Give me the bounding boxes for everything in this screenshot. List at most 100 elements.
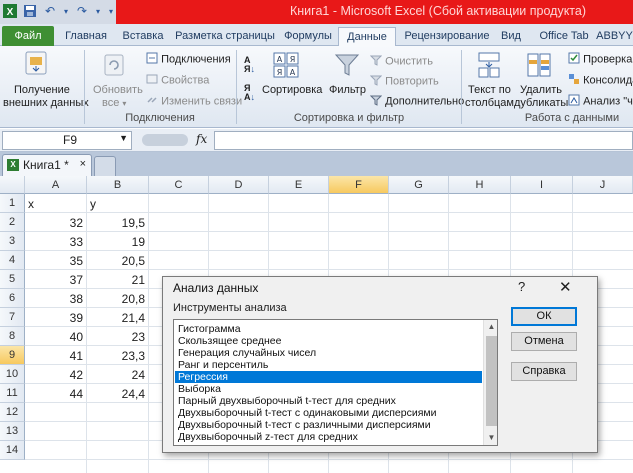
remove-duplicates-label-2[interactable]: дубликаты — [514, 97, 568, 109]
ok-button[interactable]: ОК — [511, 307, 577, 326]
list-item[interactable]: Скользящее среднее — [175, 335, 482, 347]
cell-b8[interactable]: 23 — [87, 327, 149, 346]
cell-b2[interactable]: 19,5 — [87, 213, 149, 232]
cell-b11[interactable]: 24,4 — [87, 384, 149, 403]
text-to-columns-label-2[interactable]: столбцам — [465, 97, 514, 109]
tab-office-tab[interactable]: Office Tab — [534, 27, 594, 46]
remove-duplicates-icon[interactable] — [527, 52, 551, 81]
tab-file[interactable]: Файл — [2, 26, 54, 46]
list-item[interactable]: Гистограмма — [175, 323, 482, 335]
refresh-all-label-1[interactable]: Обновить — [93, 84, 143, 96]
connections-button[interactable]: Подключения — [146, 52, 231, 67]
what-if-button[interactable]: Анализ "что — [568, 94, 633, 109]
insert-function-icon[interactable]: fx — [196, 132, 207, 146]
get-external-data-label-1[interactable]: Получение — [14, 84, 70, 96]
column-header-j[interactable]: J — [573, 176, 633, 194]
close-icon[interactable]: ✕ — [559, 278, 572, 296]
row-header[interactable]: 2 — [0, 213, 25, 232]
filter-button-label[interactable]: Фильтр — [329, 84, 366, 96]
external-data-icon[interactable] — [24, 50, 48, 79]
scrollbar-thumb[interactable] — [486, 336, 497, 426]
cell-b1[interactable]: y — [87, 194, 149, 213]
row-header[interactable]: 3 — [0, 232, 25, 251]
column-header-c[interactable]: C — [149, 176, 209, 194]
remove-duplicates-label-1[interactable]: Удалить — [520, 84, 562, 96]
tab-insert[interactable]: Вставка — [116, 27, 170, 46]
advanced-filter-button[interactable]: Дополнительно — [369, 94, 464, 109]
name-box[interactable]: F9 ▼ — [2, 131, 132, 150]
cell-b5[interactable]: 21 — [87, 270, 149, 289]
refresh-all-icon[interactable] — [104, 54, 124, 79]
column-header-e[interactable]: E — [269, 176, 329, 194]
help-icon[interactable]: ? — [518, 279, 525, 294]
column-header-g[interactable]: G — [389, 176, 449, 194]
undo-icon[interactable]: ↶ — [42, 3, 58, 19]
edit-links-button[interactable]: Изменить связи — [146, 94, 242, 109]
get-external-data-label-2[interactable]: внешних данных — [3, 97, 89, 109]
cell-a11[interactable]: 44 — [25, 384, 87, 403]
chevron-down-icon[interactable]: ▼ — [119, 133, 128, 143]
row-header[interactable]: 13 — [0, 422, 25, 441]
column-header-f[interactable]: F — [329, 176, 389, 194]
text-to-columns-label-1[interactable]: Текст по — [468, 84, 511, 96]
redo-icon[interactable]: ↷ — [74, 3, 90, 19]
cell-a10[interactable]: 42 — [25, 365, 87, 384]
refresh-all-label-2[interactable]: все ▾ — [102, 97, 126, 109]
customize-qat-icon[interactable]: ▾ — [106, 3, 116, 19]
list-item[interactable]: Двухвыборочный t-тест с различными диспе… — [175, 419, 482, 431]
row-header[interactable]: 1 — [0, 194, 25, 213]
row-header[interactable]: 4 — [0, 251, 25, 270]
new-workbook-tab[interactable] — [94, 156, 116, 176]
properties-button[interactable]: Свойства — [146, 73, 209, 88]
cell-a4[interactable]: 35 — [25, 251, 87, 270]
cell-a5[interactable]: 37 — [25, 270, 87, 289]
formula-input[interactable] — [214, 131, 633, 150]
cell-a3[interactable]: 33 — [25, 232, 87, 251]
cell-b4[interactable]: 20,5 — [87, 251, 149, 270]
tab-formulas[interactable]: Формулы — [280, 27, 336, 46]
cell-a1[interactable]: x — [25, 194, 87, 213]
save-icon[interactable] — [22, 3, 38, 19]
row-header[interactable]: 14 — [0, 441, 25, 460]
cell-b10[interactable]: 24 — [87, 365, 149, 384]
row-header[interactable]: 8 — [0, 327, 25, 346]
list-item[interactable]: Двухвыборочный t-тест с одинаковыми дисп… — [175, 407, 482, 419]
cell-b7[interactable]: 21,4 — [87, 308, 149, 327]
data-validation-button[interactable]: Проверка д — [568, 52, 633, 67]
column-header-d[interactable]: D — [209, 176, 269, 194]
list-item[interactable]: Парный двухвыборочный t-тест для средних — [175, 395, 482, 407]
list-item[interactable]: Выборка — [175, 383, 482, 395]
column-header-h[interactable]: H — [449, 176, 511, 194]
row-header[interactable]: 11 — [0, 384, 25, 403]
clear-filter-button[interactable]: Очистить — [369, 54, 433, 69]
cell-b9[interactable]: 23,3 — [87, 346, 149, 365]
scroll-up-icon[interactable]: ▲ — [484, 320, 497, 334]
tab-abbyy[interactable]: ABBYY — [596, 27, 633, 46]
help-button[interactable]: Справка — [511, 362, 577, 381]
select-all-corner[interactable] — [0, 176, 25, 194]
undo-dropdown-icon[interactable]: ▾ — [62, 3, 70, 19]
list-scrollbar[interactable]: ▲ ▼ — [483, 320, 497, 445]
row-header[interactable]: 7 — [0, 308, 25, 327]
consolidate-button[interactable]: Консолида — [568, 73, 633, 88]
column-header-a[interactable]: A — [25, 176, 87, 194]
scroll-down-icon[interactable]: ▼ — [484, 431, 497, 445]
cell-a2[interactable]: 32 — [25, 213, 87, 232]
tab-data[interactable]: Данные — [338, 27, 396, 47]
cell-b6[interactable]: 20,8 — [87, 289, 149, 308]
cell-a8[interactable]: 40 — [25, 327, 87, 346]
row-header[interactable]: 12 — [0, 403, 25, 422]
filter-icon[interactable] — [334, 52, 360, 81]
row-header[interactable]: 10 — [0, 365, 25, 384]
reapply-button[interactable]: Повторить — [369, 74, 439, 89]
workbook-tab[interactable]: X Книга1 * × — [2, 154, 92, 176]
text-to-columns-icon[interactable] — [478, 52, 500, 81]
list-item-selected[interactable]: Регрессия — [175, 371, 482, 383]
tab-page-layout[interactable]: Разметка страницы — [172, 27, 278, 46]
sort-button-label[interactable]: Сортировка — [262, 84, 322, 96]
row-header[interactable]: 9 — [0, 346, 25, 365]
cancel-button[interactable]: Отмена — [511, 332, 577, 351]
list-item[interactable]: Генерация случайных чисел — [175, 347, 482, 359]
column-header-b[interactable]: B — [87, 176, 149, 194]
close-icon[interactable]: × — [80, 158, 86, 170]
